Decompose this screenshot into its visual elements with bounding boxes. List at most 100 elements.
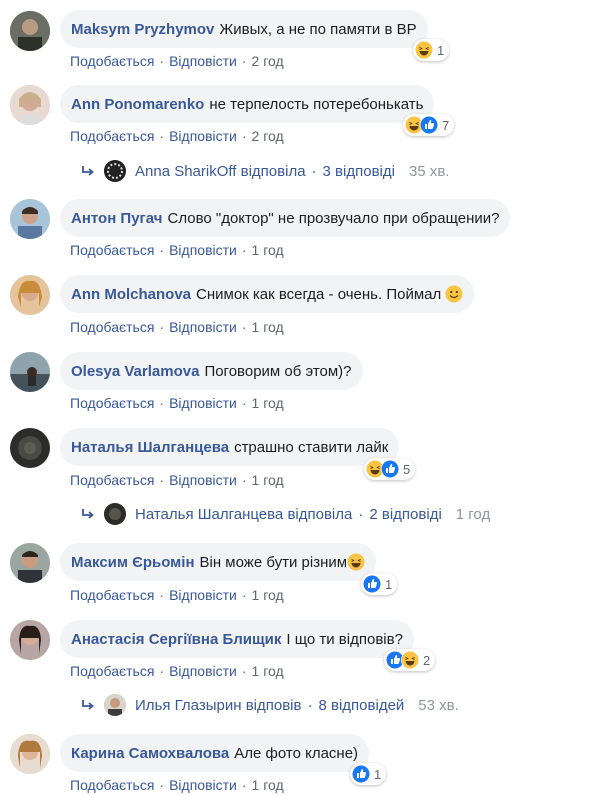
- like-link[interactable]: Подобається: [70, 777, 154, 793]
- reply-arrow-icon: [82, 166, 94, 176]
- comment-text: Живых, а не по памяти в ВР: [219, 20, 417, 38]
- comment-time[interactable]: 1 год: [252, 319, 284, 335]
- replies-link[interactable]: Наталья Шалганцева відповіла · 2 відповіді…: [80, 500, 490, 528]
- avatar[interactable]: [10, 199, 50, 239]
- comment-text: Поговорим об этом)?: [204, 362, 352, 380]
- reaction-count: 5: [403, 461, 411, 477]
- comment-bubble: Olesya Varlamova Поговорим об этом)?: [60, 352, 363, 390]
- like-link[interactable]: Подобається: [70, 128, 154, 144]
- reply-time: 53 хв.: [418, 696, 459, 714]
- like-link[interactable]: Подобається: [70, 663, 154, 679]
- comment-time[interactable]: 1 год: [252, 777, 284, 793]
- reaction-summary[interactable]: 1: [350, 763, 387, 785]
- avatar[interactable]: [10, 275, 50, 315]
- comment-author[interactable]: Наталья Шалганцева: [71, 439, 229, 456]
- reply-author[interactable]: Илья Глазырин: [135, 697, 242, 714]
- comment-bubble: Maksym Pryzhymov Живых, а не по памяти в…: [60, 10, 428, 48]
- reply-link[interactable]: Відповісти: [169, 472, 237, 488]
- comment-time[interactable]: 1 год: [252, 587, 284, 603]
- comment-time[interactable]: 1 год: [252, 472, 284, 488]
- reaction-summary[interactable]: 2: [384, 649, 436, 671]
- comment-bubble: Антон Пугач Слово "доктор" не прозвучало…: [60, 199, 511, 237]
- comment-actions: Подобається · Відповісти · 2 год: [70, 53, 284, 69]
- haha-reaction-icon: [401, 651, 419, 669]
- reply-verb: відповіла: [287, 505, 353, 523]
- reply-link[interactable]: Відповісти: [169, 319, 237, 335]
- reply-verb: відповіла: [240, 162, 306, 180]
- avatar[interactable]: [10, 428, 50, 468]
- like-link[interactable]: Подобається: [70, 242, 154, 258]
- comment-bubble: Наталья Шалганцева страшно ставити лайк: [60, 428, 400, 466]
- reply-link[interactable]: Відповісти: [169, 242, 237, 258]
- comment-time[interactable]: 1 год: [252, 395, 284, 411]
- comment-author[interactable]: Карина Самохвалова: [71, 745, 229, 762]
- replies-link[interactable]: Илья Глазырин відповів · 8 відповідей 53 х…: [80, 691, 459, 719]
- reply-arrow-icon: [82, 509, 94, 519]
- comment-actions: Подобається · Відповісти · 1 год: [70, 242, 284, 258]
- comment-author[interactable]: Ann Molchanova: [71, 286, 191, 303]
- comment-bubble: Ann Ponomarenko не терпелость потеребонь…: [60, 85, 435, 123]
- comment-bubble: Ann Molchanova Снимок как всегда - очень…: [60, 275, 475, 313]
- like-link[interactable]: Подобається: [70, 587, 154, 603]
- like-link[interactable]: Подобається: [70, 395, 154, 411]
- like-reaction-icon: [352, 765, 370, 783]
- reply-arrow-icon: [82, 700, 94, 710]
- avatar[interactable]: [10, 543, 50, 583]
- comment-author[interactable]: Анастасія Сергіївна Блищик: [71, 631, 281, 648]
- comment-time[interactable]: 1 год: [252, 242, 284, 258]
- like-reaction-icon: [381, 460, 399, 478]
- like-link[interactable]: Подобається: [70, 53, 154, 69]
- like-link[interactable]: Подобається: [70, 472, 154, 488]
- like-link[interactable]: Подобається: [70, 319, 154, 335]
- comment-author[interactable]: Антон Пугач: [71, 210, 162, 227]
- reply-count[interactable]: 8 відповідей: [318, 697, 404, 714]
- reply-time: 1 год: [455, 505, 491, 523]
- reply-count[interactable]: 2 відповіді: [369, 506, 441, 523]
- comment-bubble: Анастасія Сергіївна Блищик І що ти відпо…: [60, 620, 414, 658]
- like-reaction-icon: [420, 116, 438, 134]
- comment-text: Слово "доктор" не прозвучало при обращен…: [167, 209, 500, 227]
- reaction-summary[interactable]: 5: [364, 458, 416, 480]
- reply-author[interactable]: Anna SharikOff: [135, 163, 236, 180]
- comment-time[interactable]: 2 год: [252, 53, 284, 69]
- reply-link[interactable]: Відповісти: [169, 587, 237, 603]
- reply-author[interactable]: Наталья Шалганцева: [135, 506, 283, 523]
- reaction-count: 7: [442, 117, 450, 133]
- comment-text: страшно ставити лайк: [234, 438, 389, 456]
- comment-text: Снимок как всегда - очень. Поймал: [196, 285, 442, 303]
- reply-avatar: [104, 694, 126, 716]
- reply-link[interactable]: Відповісти: [169, 128, 237, 144]
- reaction-summary[interactable]: 7: [403, 114, 455, 136]
- reply-verb: відповів: [245, 696, 302, 714]
- avatar[interactable]: [10, 352, 50, 392]
- reply-count[interactable]: 3 відповіді: [323, 163, 395, 180]
- smile-emoji-icon: [445, 285, 463, 303]
- comment-time[interactable]: 1 год: [252, 663, 284, 679]
- comment-actions: Подобається · Відповісти · 1 год: [70, 777, 284, 793]
- comment-author[interactable]: Ann Ponomarenko: [71, 96, 204, 113]
- avatar[interactable]: [10, 620, 50, 660]
- reply-avatar: [104, 503, 126, 525]
- avatar[interactable]: [10, 85, 50, 125]
- comment-actions: Подобається · Відповісти · 2 год: [70, 128, 284, 144]
- reaction-summary[interactable]: 1: [413, 39, 450, 61]
- comment-author[interactable]: Максим Єрьомін: [71, 554, 195, 571]
- comment-author[interactable]: Maksym Pryzhymov: [71, 21, 214, 38]
- comment-text: І що ти відповів?: [286, 630, 403, 648]
- reaction-count: 1: [374, 766, 382, 782]
- comment-time[interactable]: 2 год: [252, 128, 284, 144]
- reply-link[interactable]: Відповісти: [169, 777, 237, 793]
- like-reaction-icon: [363, 575, 381, 593]
- comment-actions: Подобається · Відповісти · 1 год: [70, 472, 284, 488]
- reaction-count: 1: [385, 576, 393, 592]
- comment-author[interactable]: Olesya Varlamova: [71, 363, 199, 380]
- comment-text: Він може бути різним: [199, 553, 348, 571]
- reply-link[interactable]: Відповісти: [169, 395, 237, 411]
- comment-bubble: Карина Самохвалова Але фото класне): [60, 734, 370, 772]
- reaction-summary[interactable]: 1: [361, 573, 398, 595]
- reply-link[interactable]: Відповісти: [169, 53, 237, 69]
- avatar[interactable]: [10, 11, 50, 51]
- replies-link[interactable]: Anna SharikOff відповіла · 3 відповіді 35 …: [80, 157, 449, 185]
- avatar[interactable]: [10, 734, 50, 774]
- reply-link[interactable]: Відповісти: [169, 663, 237, 679]
